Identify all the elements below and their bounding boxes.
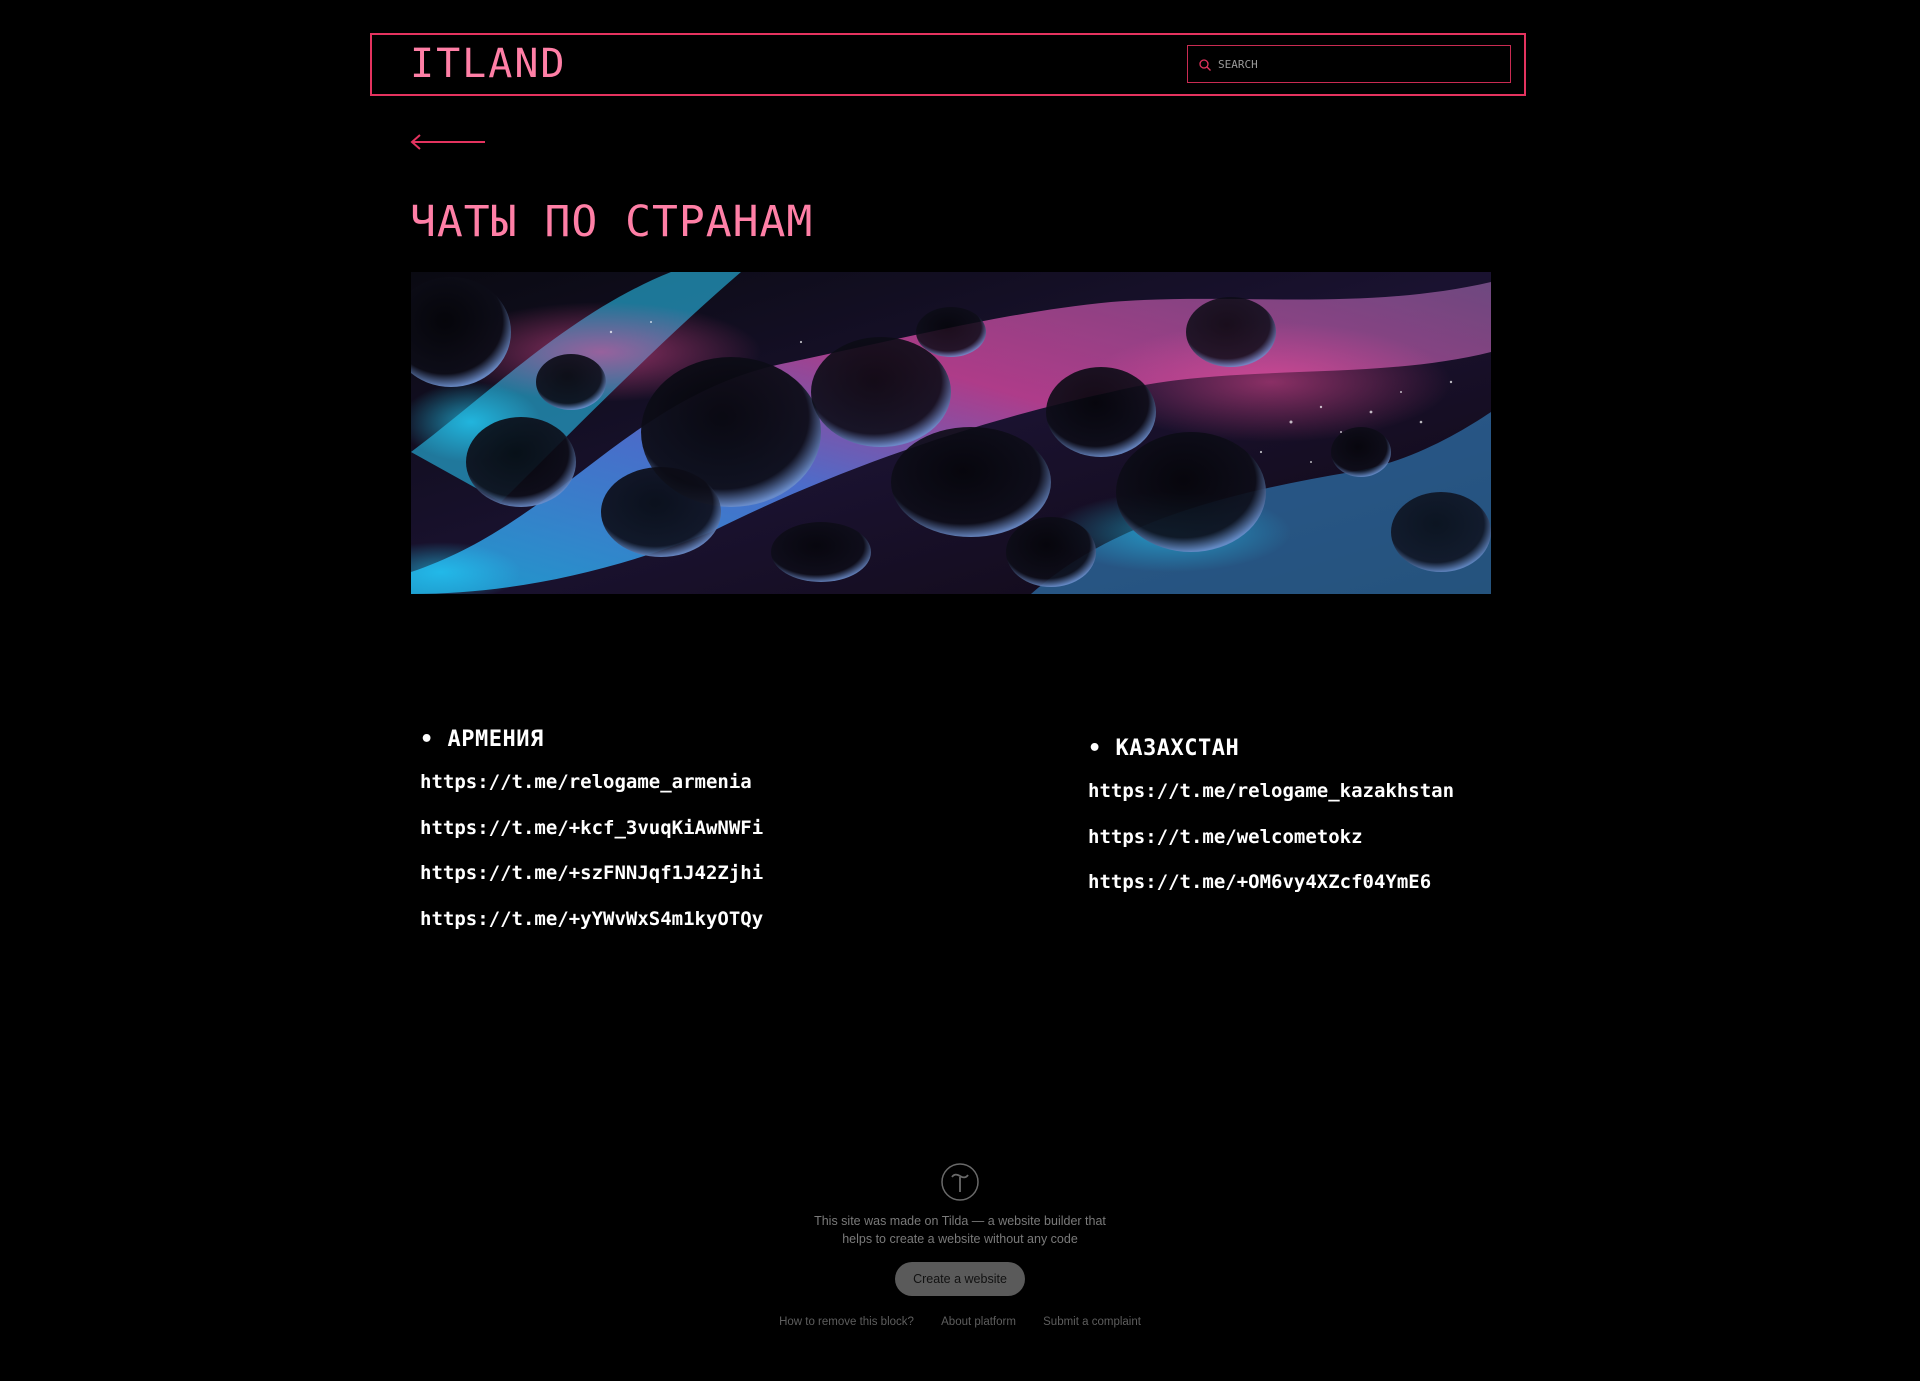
page: ITLAND ЧАТЫ ПО СТРАНАМ [0, 0, 1920, 1381]
search-box[interactable] [1187, 45, 1511, 83]
chat-link[interactable]: https://t.me/welcometokz [1088, 825, 1454, 849]
hero-image [411, 272, 1491, 594]
create-website-button[interactable]: Create a website [895, 1262, 1025, 1296]
site-header: ITLAND [370, 33, 1526, 96]
country-heading-kazakhstan: • КАЗАХСТАН [1088, 736, 1240, 761]
page-title: ЧАТЫ ПО СТРАНАМ [410, 197, 814, 247]
submit-complaint-link[interactable]: Submit a complaint [1043, 1316, 1141, 1328]
chat-link[interactable]: https://t.me/+yYWvWxS4m1kyOTQy [420, 907, 763, 931]
tilda-logo-icon[interactable] [940, 1162, 980, 1202]
remove-block-link[interactable]: How to remove this block? [779, 1316, 914, 1328]
country-kazakhstan: • КАЗАХСТАН https://t.me/relogame_kazakh… [1088, 735, 1454, 916]
footer-links: How to remove this block? About platform… [0, 1316, 1920, 1328]
footer-text: This site was made on Tilda — a website … [814, 1214, 1106, 1246]
search-input[interactable] [1218, 57, 1488, 71]
chat-link[interactable]: https://t.me/+szFNNJqf1J42Zjhi [420, 861, 763, 885]
back-arrow-icon[interactable] [410, 130, 486, 154]
tilda-footer: This site was made on Tilda — a website … [0, 1162, 1920, 1328]
chat-link[interactable]: https://t.me/+kcf_3vuqKiAwNWFi [420, 816, 763, 840]
chat-link[interactable]: https://t.me/relogame_kazakhstan [1088, 779, 1454, 803]
search-icon [1198, 57, 1212, 71]
country-armenia: • АРМЕНИЯ https://t.me/relogame_armenia … [420, 726, 763, 952]
country-heading-armenia: • АРМЕНИЯ [420, 727, 544, 752]
site-logo[interactable]: ITLAND [410, 42, 567, 86]
about-platform-link[interactable]: About platform [941, 1316, 1016, 1328]
chat-link[interactable]: https://t.me/relogame_armenia [420, 770, 763, 794]
chat-link[interactable]: https://t.me/+OM6vy4XZcf04YmE6 [1088, 870, 1454, 894]
